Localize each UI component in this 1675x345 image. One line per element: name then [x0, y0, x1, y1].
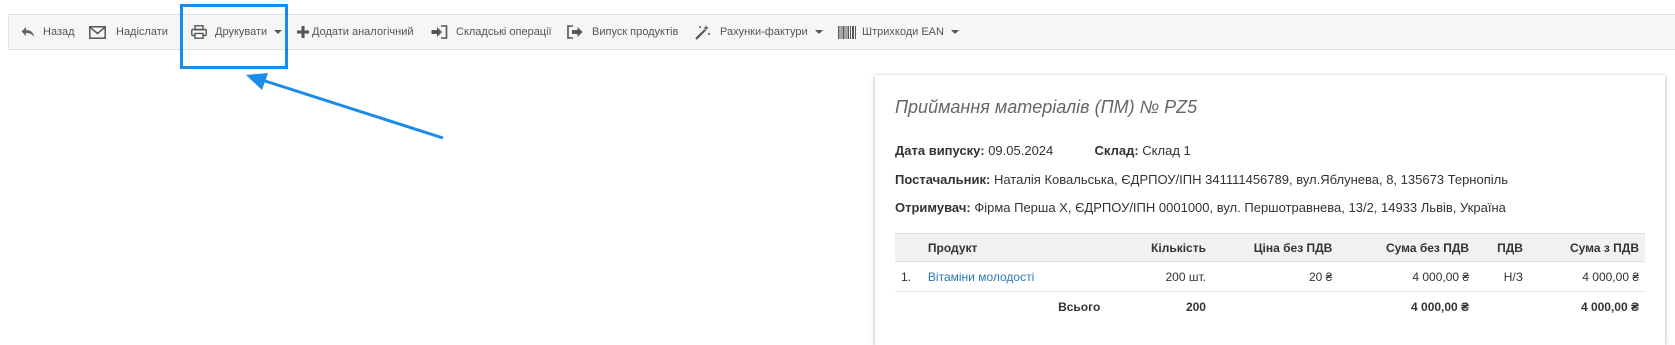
ean-barcodes-dropdown-button[interactable]: Штрихкоди EAN — [838, 15, 959, 49]
col-quantity: Кількість — [1106, 233, 1212, 262]
printer-icon — [191, 25, 207, 39]
warehouse-operations-label: Складські операції — [456, 26, 552, 38]
back-button[interactable]: Назад — [21, 15, 75, 49]
row-sum-gross: 4 000,00 ₴ — [1528, 261, 1645, 292]
row-quantity: 200 шт. — [1106, 261, 1212, 292]
supplier-line: Постачальник: Наталія Ковальська, ЄДРПОУ… — [895, 172, 1508, 187]
sign-out-icon — [567, 25, 584, 39]
sign-in-icon — [431, 25, 448, 39]
total-quantity: 200 — [1185, 299, 1206, 314]
product-issue-label: Випуск продуктів — [592, 26, 679, 38]
items-table: Продукт Кількість Ціна без ПДВ Сума без … — [895, 233, 1645, 321]
total-row: Всього 200 4 000,00 ₴ 4 000,00 ₴ — [895, 292, 1645, 322]
warehouse-label: Склад: — [1094, 143, 1139, 158]
magic-wand-icon — [695, 24, 711, 40]
row-index: 1. — [895, 261, 922, 292]
chevron-down-icon — [950, 30, 959, 34]
supplier-value: Наталія Ковальська, ЄДРПОУ/ІПН 341111456… — [993, 172, 1509, 187]
row-vat: Н/З — [1475, 261, 1529, 292]
total-sum-gross: 4 000,00 ₴ — [1580, 299, 1639, 314]
issue-date-label: Дата випуску: — [895, 143, 985, 158]
ean-barcodes-label: Штрихкоди EAN — [862, 26, 944, 38]
recipient-line: Отримувач: Фірма Перша Х, ЄДРПОУ/ІПН 000… — [895, 200, 1506, 215]
document-card: Приймання матеріалів (ПМ) № PZ5 Дата вип… — [875, 75, 1665, 345]
send-button[interactable]: Надіслати — [89, 15, 168, 49]
back-label: Назад — [43, 26, 75, 38]
recipient-label: Отримувач: — [895, 200, 971, 215]
issue-date-value: 09.05.2024 — [988, 143, 1054, 158]
document-title: Приймання матеріалів (ПМ) № PZ5 — [895, 97, 1198, 117]
issue-date-and-warehouse: Дата випуску: 09.05.2024 Склад: Склад 1 — [895, 143, 1191, 158]
col-sum-net: Сума без ПДВ — [1338, 233, 1476, 262]
col-sum-gross: Сума з ПДВ — [1528, 233, 1645, 262]
total-sum-net: 4 000,00 ₴ — [1411, 299, 1470, 314]
col-vat: ПДВ — [1475, 233, 1529, 262]
reply-arrow-icon — [21, 26, 35, 38]
table-header-row: Продукт Кількість Ціна без ПДВ Сума без … — [895, 233, 1645, 262]
col-price-net: Ціна без ПДВ — [1211, 233, 1339, 262]
chevron-down-icon — [814, 30, 823, 34]
invoices-label: Рахунки-фактури — [720, 26, 808, 38]
supplier-label: Постачальник: — [895, 172, 991, 187]
product-link[interactable]: Вітаміни молодості — [928, 270, 1034, 284]
product-issue-button[interactable]: Випуск продуктів — [567, 15, 678, 49]
warehouse-operations-button[interactable]: Складські операції — [431, 15, 552, 49]
send-label: Надіслати — [116, 26, 168, 38]
total-label: Всього — [1058, 299, 1101, 314]
recipient-value: Фірма Перша Х, ЄДРПОУ/ІПН 0001000, вул. … — [974, 200, 1506, 215]
invoices-dropdown-button[interactable]: Рахунки-фактури — [695, 15, 823, 49]
col-product: Продукт — [921, 233, 1107, 262]
chevron-down-icon — [274, 30, 283, 34]
print-label: Друкувати — [215, 26, 268, 38]
action-toolbar: Назад Надіслати Друкувати Додати аналогі… — [8, 14, 1675, 50]
warehouse-value: Склад 1 — [1142, 143, 1191, 158]
add-similar-button[interactable]: Додати аналогічний — [297, 15, 414, 49]
add-similar-label: Додати аналогічний — [312, 26, 414, 38]
print-dropdown-button[interactable]: Друкувати — [191, 15, 283, 49]
plus-icon — [297, 26, 309, 38]
table-row: 1. Вітаміни молодості 200 шт. 20 ₴ 4 000… — [895, 261, 1645, 292]
barcode-icon — [838, 25, 856, 39]
row-price-net: 20 ₴ — [1211, 261, 1339, 292]
envelope-icon — [89, 25, 106, 39]
row-sum-net: 4 000,00 ₴ — [1338, 261, 1476, 292]
